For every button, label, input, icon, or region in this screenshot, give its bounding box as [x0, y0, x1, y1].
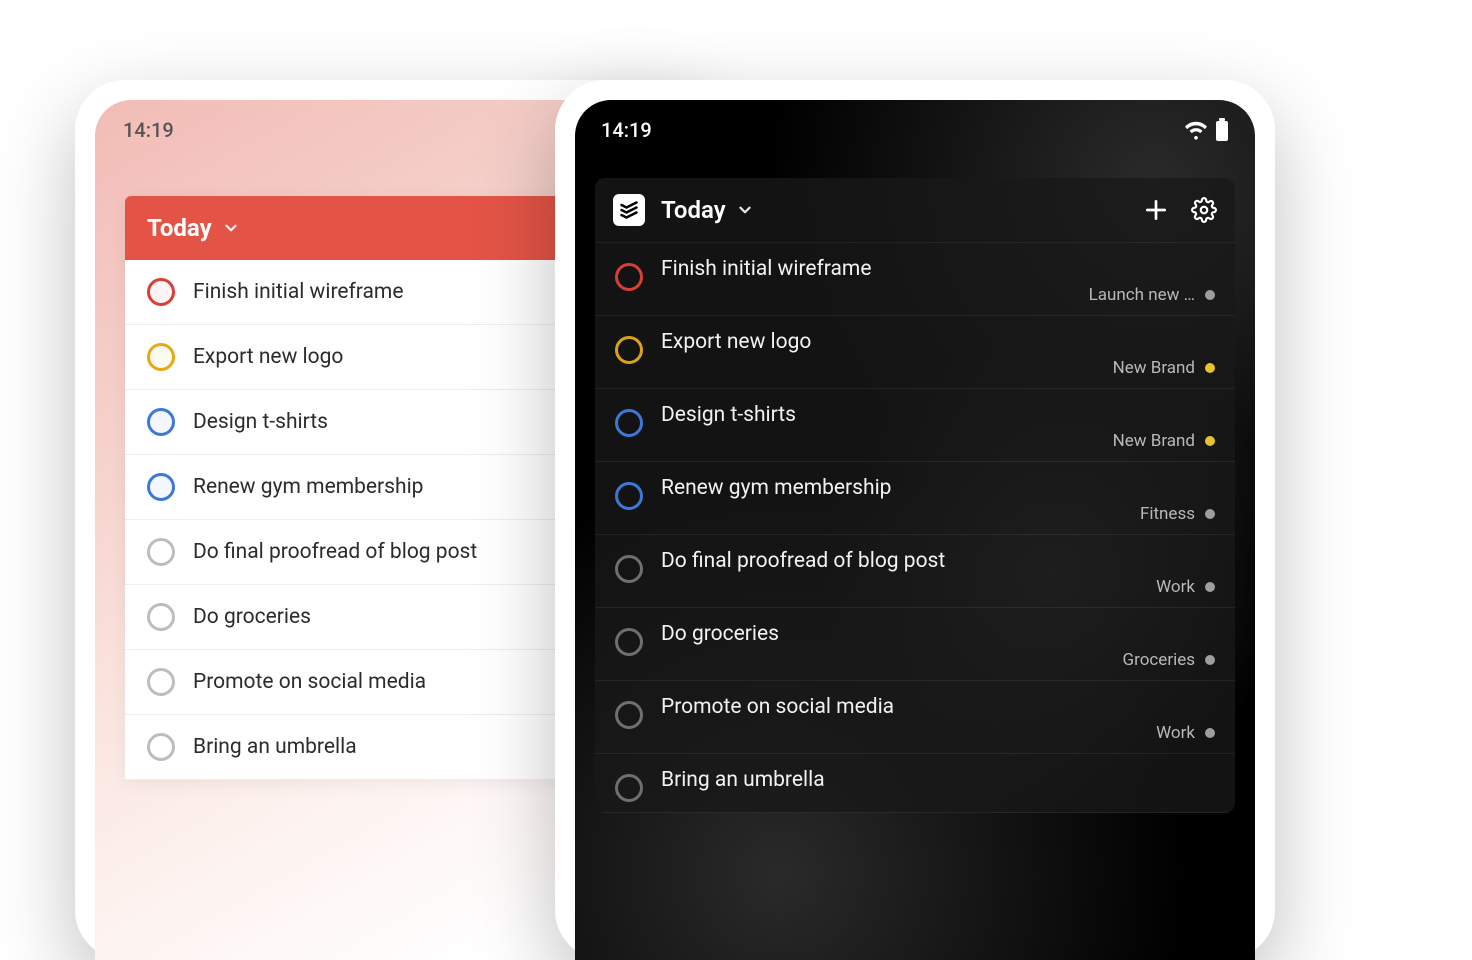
task-checkbox[interactable]	[615, 701, 643, 729]
wifi-icon	[1185, 119, 1207, 141]
task-title: Finish initial wireframe	[661, 257, 1215, 281]
project-dot-icon	[1205, 436, 1215, 446]
task-checkbox[interactable]	[615, 409, 643, 437]
app-logo-icon[interactable]	[613, 194, 645, 226]
task-checkbox[interactable]	[147, 603, 175, 631]
task-list-dark: Finish initial wireframe Launch new … Expo…	[595, 243, 1235, 813]
task-checkbox[interactable]	[147, 668, 175, 696]
task-title: Bring an umbrella	[193, 735, 357, 759]
task-checkbox[interactable]	[147, 733, 175, 761]
task-title: Promote on social media	[661, 695, 1215, 719]
task-title: Export new logo	[193, 345, 343, 369]
task-project-label: Fitness	[661, 504, 1215, 524]
project-dot-icon	[1205, 290, 1215, 300]
task-project-label: New Brand	[661, 431, 1215, 451]
widget-dark: Today Finish initial wirefr	[595, 178, 1235, 813]
task-title: Export new logo	[661, 330, 1215, 354]
chevron-down-icon	[222, 219, 240, 237]
task-row[interactable]: Do final proofread of blog post Work	[595, 535, 1235, 608]
project-dot-icon	[1205, 509, 1215, 519]
task-project-label: Groceries	[661, 650, 1215, 670]
task-title: Renew gym membership	[661, 476, 1215, 500]
task-row[interactable]: Do groceries Groceries	[595, 608, 1235, 681]
task-checkbox[interactable]	[615, 774, 643, 802]
phone-dark-screen: 14:19 Today	[575, 100, 1255, 960]
task-checkbox[interactable]	[147, 278, 175, 306]
task-row[interactable]: Renew gym membership Fitness	[595, 462, 1235, 535]
header-title-button[interactable]: Today	[661, 196, 1127, 224]
task-row[interactable]: Export new logo New Brand	[595, 316, 1235, 389]
task-checkbox[interactable]	[615, 482, 643, 510]
task-title: Bring an umbrella	[661, 768, 1215, 792]
add-button[interactable]	[1143, 197, 1169, 223]
header-title: Today	[661, 196, 726, 224]
task-title: Finish initial wireframe	[193, 280, 403, 304]
battery-icon	[1215, 118, 1229, 142]
task-checkbox[interactable]	[615, 628, 643, 656]
project-dot-icon	[1205, 582, 1215, 592]
task-checkbox[interactable]	[147, 538, 175, 566]
task-checkbox[interactable]	[615, 555, 643, 583]
task-title: Design t-shirts	[661, 403, 1215, 427]
task-row[interactable]: Bring an umbrella	[595, 754, 1235, 813]
task-title: Do final proofread of blog post	[661, 549, 1215, 573]
task-title: Design t-shirts	[193, 410, 328, 434]
task-title: Do final proofread of blog post	[193, 540, 477, 564]
task-checkbox[interactable]	[147, 408, 175, 436]
task-project-label: Work	[661, 723, 1215, 743]
task-checkbox[interactable]	[615, 336, 643, 364]
task-checkbox[interactable]	[147, 343, 175, 371]
task-checkbox[interactable]	[615, 263, 643, 291]
project-dot-icon	[1205, 655, 1215, 665]
project-dot-icon	[1205, 728, 1215, 738]
settings-button[interactable]	[1191, 197, 1217, 223]
task-checkbox[interactable]	[147, 473, 175, 501]
widget-header-dark: Today	[595, 178, 1235, 243]
task-title: Do groceries	[661, 622, 1215, 646]
task-title: Do groceries	[193, 605, 311, 629]
task-title: Promote on social media	[193, 670, 426, 694]
phone-dark: 14:19 Today	[555, 80, 1275, 960]
task-row[interactable]: Finish initial wireframe Launch new …	[595, 243, 1235, 316]
task-project-label: New Brand	[661, 358, 1215, 378]
status-time: 14:19	[601, 118, 652, 142]
chevron-down-icon	[736, 201, 754, 219]
header-title: Today	[147, 214, 212, 242]
task-row[interactable]: Promote on social media Work	[595, 681, 1235, 754]
status-time: 14:19	[123, 118, 174, 142]
task-title: Renew gym membership	[193, 475, 423, 499]
task-project-label: Launch new …	[661, 285, 1215, 305]
project-dot-icon	[1205, 363, 1215, 373]
statusbar-dark: 14:19	[575, 100, 1255, 152]
task-project-label: Work	[661, 577, 1215, 597]
task-row[interactable]: Design t-shirts New Brand	[595, 389, 1235, 462]
